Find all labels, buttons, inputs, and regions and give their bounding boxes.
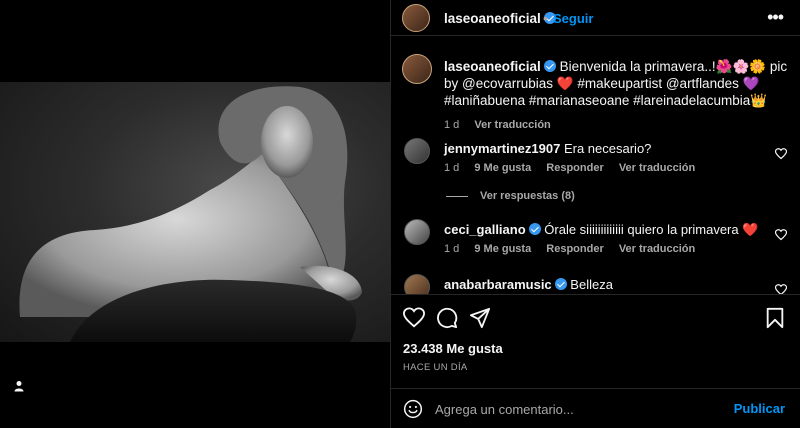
author-username[interactable]: laseoaneoficial: [444, 11, 556, 26]
comment-item: anabarbaramusic Belleza: [391, 274, 800, 294]
save-bookmark-icon[interactable]: [765, 307, 785, 329]
caption-text: laseoaneoficial Bienvenida la primavera.…: [444, 58, 789, 134]
verified-badge-icon: [543, 60, 556, 72]
comment-meta: 1 d 9 Me gusta Responder Ver traducción: [444, 162, 707, 174]
author-username-text[interactable]: laseoaneoficial: [444, 11, 541, 26]
comment-line: ceci_galliano Órale siiiiiiiiiiiii quier…: [444, 222, 758, 238]
post-actions-bar: [391, 294, 800, 340]
comment-translate-link[interactable]: Ver traducción: [619, 243, 695, 255]
view-replies-link[interactable]: Ver respuestas (8): [446, 190, 575, 202]
commenter-avatar[interactable]: [404, 138, 430, 164]
publish-button[interactable]: Publicar: [734, 401, 785, 416]
comment-item: ceci_galliano Órale siiiiiiiiiiiii quier…: [391, 219, 800, 263]
caption-meta: 1 d Ver traducción: [444, 117, 789, 134]
commenter-username[interactable]: ceci_galliano: [444, 222, 526, 237]
caption-username[interactable]: laseoaneoficial: [444, 59, 541, 74]
post-photo[interactable]: [0, 82, 390, 342]
like-heart-icon[interactable]: [403, 307, 425, 329]
like-comment-heart-icon[interactable]: [775, 284, 787, 294]
share-paper-plane-icon[interactable]: [469, 307, 491, 329]
comment-time: 1 d: [444, 243, 460, 255]
commenter-avatar[interactable]: [404, 219, 430, 245]
verified-badge-icon: [554, 278, 567, 290]
comment-text: Era necesario?: [563, 141, 652, 156]
like-comment-heart-icon[interactable]: [775, 229, 787, 241]
reply-link[interactable]: Responder: [546, 243, 603, 255]
post-header: laseoaneoficial • Seguir •••: [391, 0, 800, 36]
caption-time: 1 d: [444, 119, 460, 131]
caption-avatar[interactable]: [402, 54, 432, 84]
comment-bubble-icon[interactable]: [436, 307, 458, 329]
comment-translate-link[interactable]: Ver traducción: [619, 162, 695, 174]
comments-list: laseoaneoficial Bienvenida la primavera.…: [391, 36, 800, 294]
caption-translate-link[interactable]: Ver traducción: [474, 119, 550, 131]
follow-button[interactable]: Seguir: [553, 11, 593, 26]
commenter-username[interactable]: anabarbaramusic: [444, 277, 552, 292]
author-avatar[interactable]: [402, 4, 430, 32]
emoji-smiley-icon[interactable]: [403, 399, 423, 419]
more-options-icon[interactable]: •••: [767, 7, 784, 28]
add-comment-bar: Publicar: [391, 388, 800, 428]
separator-dot: •: [543, 10, 548, 26]
comment-likes[interactable]: 9 Me gusta: [474, 243, 531, 255]
commenter-username[interactable]: jennymartinez1907: [444, 141, 560, 156]
comment-likes[interactable]: 9 Me gusta: [474, 162, 531, 174]
comment-item: jennymartinez1907 Era necesario? 1 d 9 M…: [391, 138, 800, 182]
like-comment-heart-icon[interactable]: [775, 148, 787, 160]
media-pane: [0, 0, 390, 428]
comment-text: Órale siiiiiiiiiiiii quiero la primavera…: [544, 222, 759, 237]
reply-link[interactable]: Responder: [546, 162, 603, 174]
comment-text: Belleza: [570, 277, 613, 292]
post-side-panel: laseoaneoficial • Seguir ••• laseoaneofi…: [390, 0, 800, 428]
verified-badge-icon: [528, 223, 541, 235]
user-tag-icon[interactable]: [9, 376, 29, 396]
comment-meta: 1 d 9 Me gusta Responder Ver traducción: [444, 243, 707, 255]
comment-line: anabarbaramusic Belleza: [444, 277, 613, 292]
comment-line: jennymartinez1907 Era necesario?: [444, 141, 651, 156]
likes-count[interactable]: 23.438 Me gusta: [403, 341, 503, 356]
post-timestamp[interactable]: HACE UN DÍA: [403, 362, 468, 373]
comment-time: 1 d: [444, 162, 460, 174]
comment-input[interactable]: [435, 399, 725, 419]
commenter-avatar[interactable]: [404, 274, 430, 294]
